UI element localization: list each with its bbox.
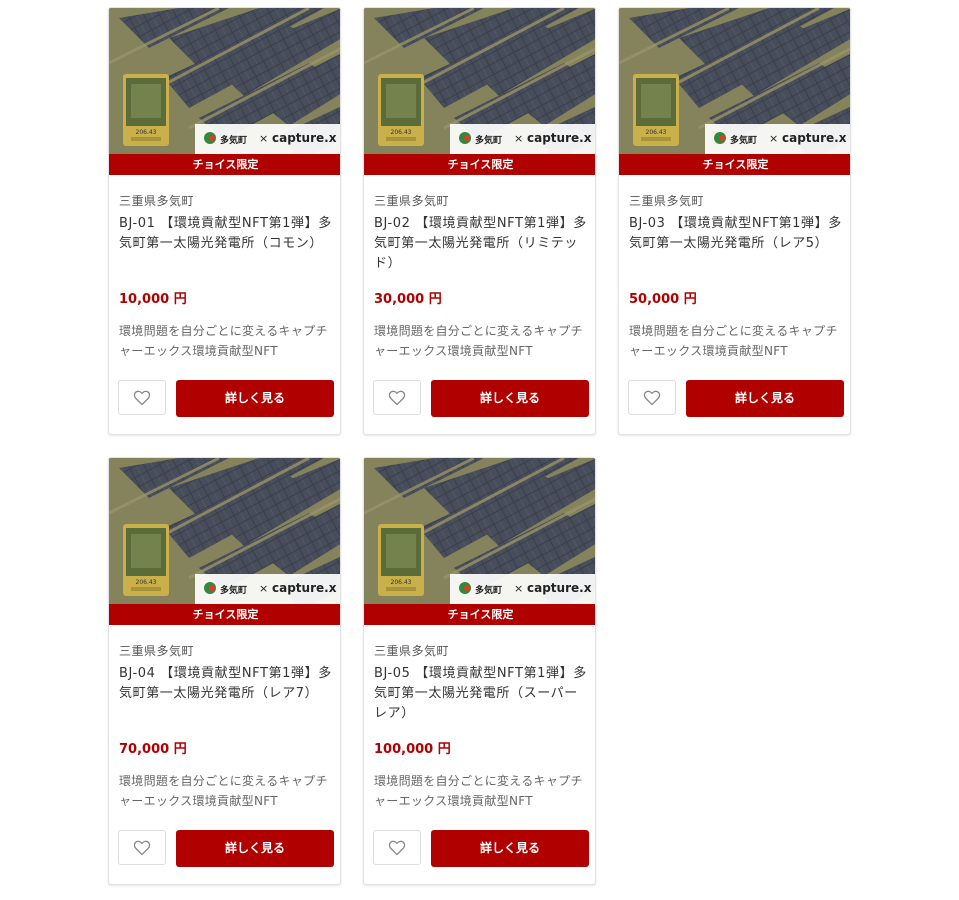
svg-text:×: ×	[514, 582, 523, 595]
svg-text:多気町: 多気町	[220, 584, 247, 596]
solar-farm-image: 206.43 多気町 × capture.x	[109, 458, 340, 604]
heart-icon	[388, 390, 406, 405]
svg-text:多気町: 多気町	[475, 584, 502, 596]
product-thumbnail[interactable]: 206.43 多気町 × capture.x	[364, 458, 595, 604]
solar-farm-image: 206.43 多気町 × capture.x	[364, 458, 595, 604]
svg-text:206.43: 206.43	[646, 129, 667, 136]
product-title[interactable]: BJ-01 【環境貢献型NFT第1弾】多気町第一太陽光発電所（コモン）	[119, 214, 335, 254]
svg-text:×: ×	[514, 132, 523, 145]
svg-text:206.43: 206.43	[391, 579, 412, 586]
product-card-1[interactable]: 206.43 多気町 × capture.x チョイス限定 三重県多気町 BJ-…	[108, 7, 341, 435]
svg-text:capture.x: capture.x	[782, 131, 847, 145]
nft-card-graphic: 206.43	[123, 524, 169, 596]
product-card-2[interactable]: 206.43 多気町 × capture.x チョイス限定 三重県多気町 BJ-…	[363, 7, 596, 435]
product-grid: 206.43 多気町 × capture.x チョイス限定 三重県多気町 BJ-…	[0, 0, 959, 900]
product-price: 100,000 円	[374, 742, 451, 757]
product-title[interactable]: BJ-02 【環境貢献型NFT第1弾】多気町第一太陽光発電所（リミテッド）	[374, 214, 590, 274]
heart-icon	[643, 390, 661, 405]
favorite-button[interactable]	[373, 380, 421, 415]
product-title[interactable]: BJ-05 【環境貢献型NFT第1弾】多気町第一太陽光発電所（スーパーレア）	[374, 664, 590, 724]
product-price: 50,000 円	[629, 292, 697, 307]
region-label: 三重県多気町	[629, 194, 705, 208]
heart-icon	[133, 390, 151, 405]
product-price: 70,000 円	[119, 742, 187, 757]
choice-limited-badge: チョイス限定	[364, 154, 595, 175]
solar-farm-image: 206.43 多気町 × capture.x	[109, 8, 340, 154]
product-price: 30,000 円	[374, 292, 442, 307]
product-thumbnail[interactable]: 206.43 多気町 × capture.x	[109, 458, 340, 604]
heart-icon	[133, 840, 151, 855]
svg-text:206.43: 206.43	[136, 579, 157, 586]
region-label: 三重県多気町	[374, 194, 450, 208]
svg-text:多気町: 多気町	[475, 134, 502, 146]
product-card-5[interactable]: 206.43 多気町 × capture.x チョイス限定 三重県多気町 BJ-…	[363, 457, 596, 885]
nft-card-graphic: 206.43	[123, 74, 169, 146]
svg-text:多気町: 多気町	[220, 134, 247, 146]
view-details-button[interactable]: 詳しく見る	[431, 830, 589, 867]
solar-farm-image: 206.43 多気町 × capture.x	[619, 8, 850, 154]
choice-limited-badge: チョイス限定	[364, 604, 595, 625]
svg-text:capture.x: capture.x	[527, 581, 592, 595]
product-thumbnail[interactable]: 206.43 多気町 × capture.x	[364, 8, 595, 154]
region-label: 三重県多気町	[374, 644, 450, 658]
solar-farm-image: 206.43 多気町 × capture.x	[364, 8, 595, 154]
nft-card-graphic: 206.43	[378, 74, 424, 146]
svg-text:多気町: 多気町	[730, 134, 757, 146]
choice-limited-badge: チョイス限定	[619, 154, 850, 175]
nft-card-graphic: 206.43	[378, 524, 424, 596]
region-label: 三重県多気町	[119, 194, 195, 208]
product-card-3[interactable]: 206.43 多気町 × capture.x チョイス限定 三重県多気町 BJ-…	[618, 7, 851, 435]
choice-limited-badge: チョイス限定	[109, 604, 340, 625]
svg-text:206.43: 206.43	[391, 129, 412, 136]
svg-text:capture.x: capture.x	[527, 131, 592, 145]
svg-text:×: ×	[259, 132, 268, 145]
view-details-button[interactable]: 詳しく見る	[176, 380, 334, 417]
view-details-button[interactable]: 詳しく見る	[431, 380, 589, 417]
product-description: 環境問題を自分ごとに変えるキャプチャーエックス環境貢献型NFT	[119, 774, 328, 808]
view-details-button[interactable]: 詳しく見る	[686, 380, 844, 417]
product-description: 環境問題を自分ごとに変えるキャプチャーエックス環境貢献型NFT	[374, 774, 583, 808]
nft-card-graphic: 206.43	[633, 74, 679, 146]
product-description: 環境問題を自分ごとに変えるキャプチャーエックス環境貢献型NFT	[374, 324, 583, 358]
region-label: 三重県多気町	[119, 644, 195, 658]
product-thumbnail[interactable]: 206.43 多気町 × capture.x	[619, 8, 850, 154]
svg-text:×: ×	[769, 132, 778, 145]
product-description: 環境問題を自分ごとに変えるキャプチャーエックス環境貢献型NFT	[119, 324, 328, 358]
svg-text:×: ×	[259, 582, 268, 595]
choice-limited-badge: チョイス限定	[109, 154, 340, 175]
favorite-button[interactable]	[118, 830, 166, 865]
product-thumbnail[interactable]: 206.43 多気町 × capture.x	[109, 8, 340, 154]
favorite-button[interactable]	[118, 380, 166, 415]
svg-text:capture.x: capture.x	[272, 131, 337, 145]
product-card-4[interactable]: 206.43 多気町 × capture.x チョイス限定 三重県多気町 BJ-…	[108, 457, 341, 885]
svg-text:capture.x: capture.x	[272, 581, 337, 595]
product-title[interactable]: BJ-03 【環境貢献型NFT第1弾】多気町第一太陽光発電所（レア5）	[629, 214, 845, 254]
favorite-button[interactable]	[628, 380, 676, 415]
view-details-button[interactable]: 詳しく見る	[176, 830, 334, 867]
heart-icon	[388, 840, 406, 855]
favorite-button[interactable]	[373, 830, 421, 865]
svg-text:206.43: 206.43	[136, 129, 157, 136]
product-price: 10,000 円	[119, 292, 187, 307]
product-description: 環境問題を自分ごとに変えるキャプチャーエックス環境貢献型NFT	[629, 324, 838, 358]
product-title[interactable]: BJ-04 【環境貢献型NFT第1弾】多気町第一太陽光発電所（レア7）	[119, 664, 335, 704]
